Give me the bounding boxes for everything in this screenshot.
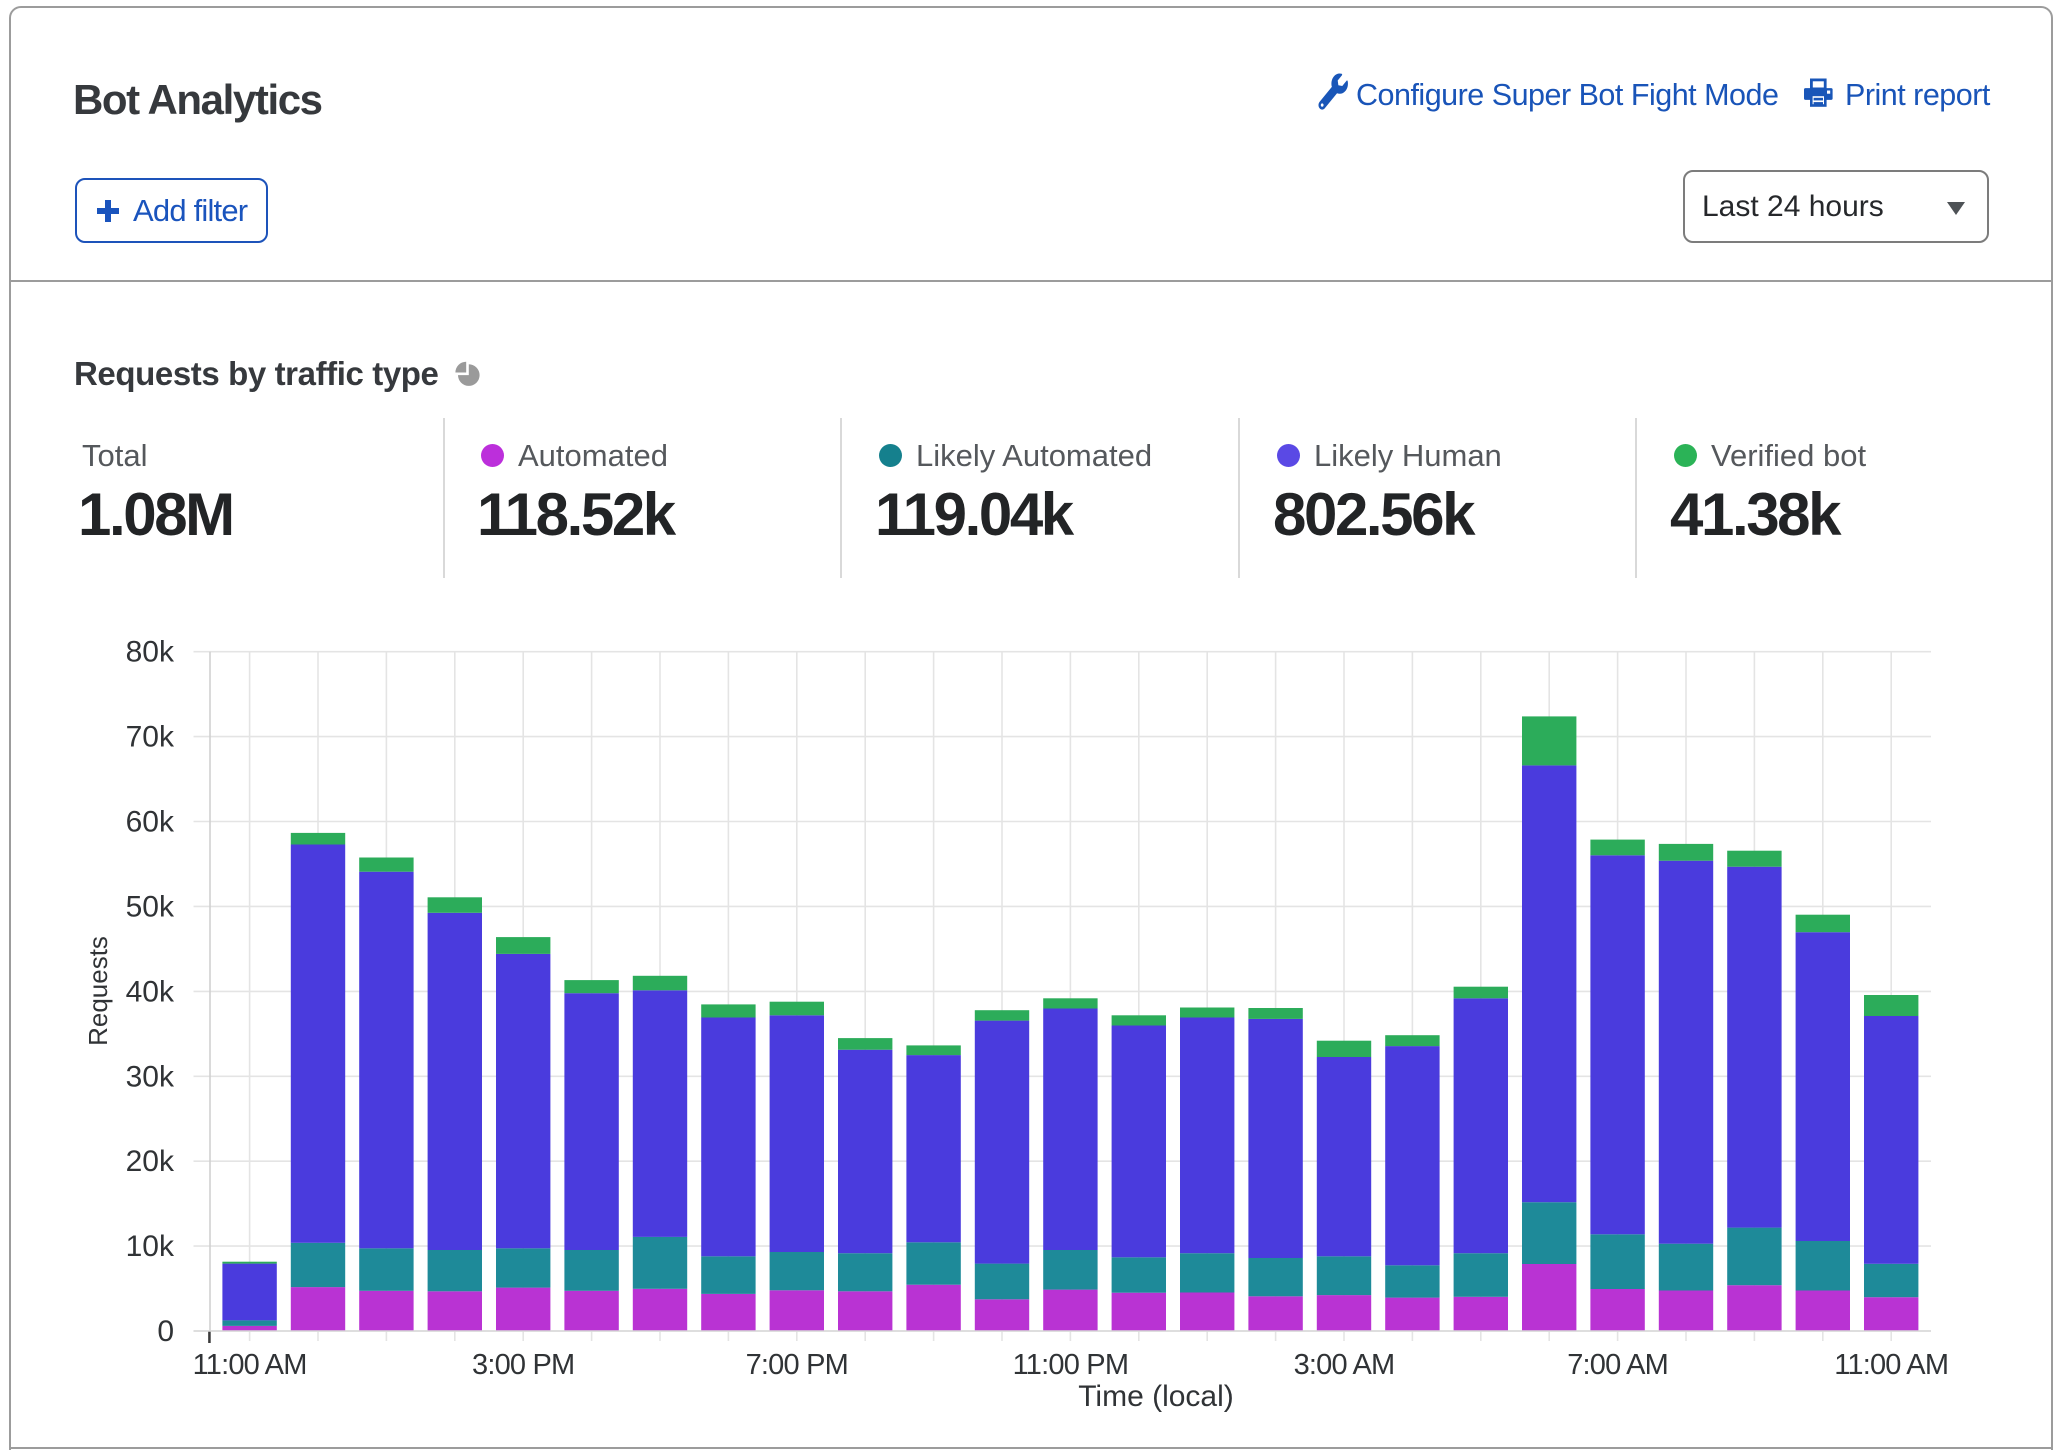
svg-text:10k: 10k <box>126 1230 175 1263</box>
svg-text:70k: 70k <box>126 721 175 754</box>
svg-text:11:00 AM: 11:00 AM <box>193 1349 307 1381</box>
svg-text:60k: 60k <box>126 806 175 839</box>
svg-text:Requests: Requests <box>83 936 113 1046</box>
svg-text:20k: 20k <box>126 1145 175 1178</box>
svg-text:7:00 PM: 7:00 PM <box>746 1349 848 1381</box>
svg-text:11:00 PM: 11:00 PM <box>1013 1349 1129 1381</box>
svg-text:40k: 40k <box>126 975 175 1008</box>
svg-text:0: 0 <box>157 1315 174 1348</box>
svg-text:Time (local): Time (local) <box>1078 1380 1234 1413</box>
svg-text:30k: 30k <box>126 1060 175 1093</box>
svg-text:50k: 50k <box>126 890 175 923</box>
svg-text:80k: 80k <box>126 636 175 669</box>
svg-text:7:00 AM: 7:00 AM <box>1567 1349 1668 1381</box>
svg-text:3:00 PM: 3:00 PM <box>472 1349 574 1381</box>
svg-text:11:00 AM: 11:00 AM <box>1834 1349 1948 1381</box>
svg-text:3:00 AM: 3:00 AM <box>1294 1349 1395 1381</box>
